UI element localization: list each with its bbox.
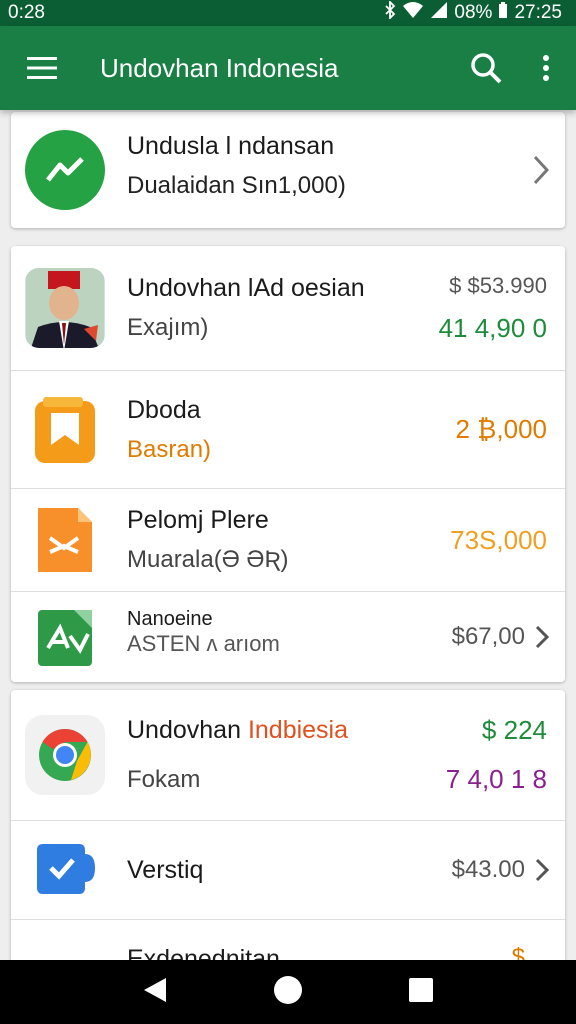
battery-icon [498, 1, 508, 25]
search-icon [471, 53, 502, 84]
app-bar: Undovhan Indonesia [0, 26, 576, 110]
item-name-highlight: Indbiesia [247, 716, 349, 744]
status-bar: 0:28 08% 27:25 [0, 0, 576, 26]
recents-button[interactable] [408, 977, 434, 1008]
app-title: Undovhan Indonesia [100, 52, 339, 83]
bookmark-icon [25, 390, 105, 470]
chevron-right-icon [533, 155, 549, 185]
item-amount: $67,00 [451, 623, 525, 650]
document-fold-icon [25, 500, 105, 580]
battery-percent: 08% [454, 2, 493, 23]
status-time-left: 0:28 [8, 2, 45, 23]
portrait-icon [25, 268, 105, 348]
item-amount: $43.00 [451, 856, 525, 883]
chevron-right-icon [535, 625, 549, 649]
list-item[interactable]: Pelomj Plere Muarala(Ə ƏƦ) 73S,000 [11, 489, 565, 592]
item-amount: 41 4,90 0 [438, 312, 547, 343]
list-item[interactable]: Nanoeine ASTEN ʌ arıom $67,00 [11, 592, 565, 682]
transaction-group-1: Undovhan lAd oesian Exajım) $ $53.990 41… [11, 246, 565, 682]
hamburger-menu-icon [27, 57, 57, 79]
list-item[interactable]: Undovhan Indbiesia Fokam $ 224 7 4,0 1 8 [11, 690, 565, 821]
summary-name: Undusla l ndansan [127, 132, 335, 160]
more-vert-icon [543, 55, 549, 81]
chat-check-icon [25, 830, 105, 910]
bluetooth-icon [384, 0, 396, 25]
green-file-icon [25, 597, 105, 677]
status-icons: 08% 27:25 [384, 0, 562, 25]
summary-card[interactable]: Undusla l ndansan Dualaidan Sın1,000) [11, 112, 565, 228]
item-amount-secondary: $ $53.990 [449, 272, 547, 298]
signal-icon [430, 1, 448, 25]
search-button[interactable] [456, 26, 516, 110]
wifi-icon [402, 1, 424, 25]
home-circle-icon [273, 975, 302, 1004]
status-time-right: 27:25 [514, 2, 562, 23]
back-button[interactable] [142, 976, 168, 1009]
item-amount: 73S,000 [450, 524, 547, 555]
menu-button[interactable] [0, 26, 84, 110]
item-amount: 7 4,0 1 8 [445, 764, 547, 794]
chrome-icon [25, 715, 105, 795]
item-amount: 2 ₿,000 [455, 414, 547, 444]
recents-square-icon [408, 977, 433, 1002]
messenger-icon [25, 130, 105, 210]
list-item[interactable]: Verstiq $43.00 [11, 821, 565, 920]
summary-row[interactable]: Undusla l ndansan Dualaidan Sın1,000) [11, 112, 565, 228]
system-nav-bar [0, 960, 576, 1024]
home-button[interactable] [273, 975, 303, 1010]
back-triangle-icon [144, 977, 167, 1002]
summary-sub: Dualaidan Sın1,000) [127, 172, 346, 199]
list-item[interactable]: Undovhan lAd oesian Exajım) $ $53.990 41… [11, 246, 565, 371]
overflow-menu-button[interactable] [516, 26, 576, 110]
item-amount-secondary: $ 224 [481, 715, 547, 745]
item-name-part: Undovhan [127, 716, 248, 744]
chevron-right-icon [535, 858, 549, 882]
transaction-group-2: Undovhan Indbiesia Fokam $ 224 7 4,0 1 8… [11, 690, 565, 980]
list-item[interactable]: Dboda Basran) 2 ₿,000 [11, 371, 565, 489]
